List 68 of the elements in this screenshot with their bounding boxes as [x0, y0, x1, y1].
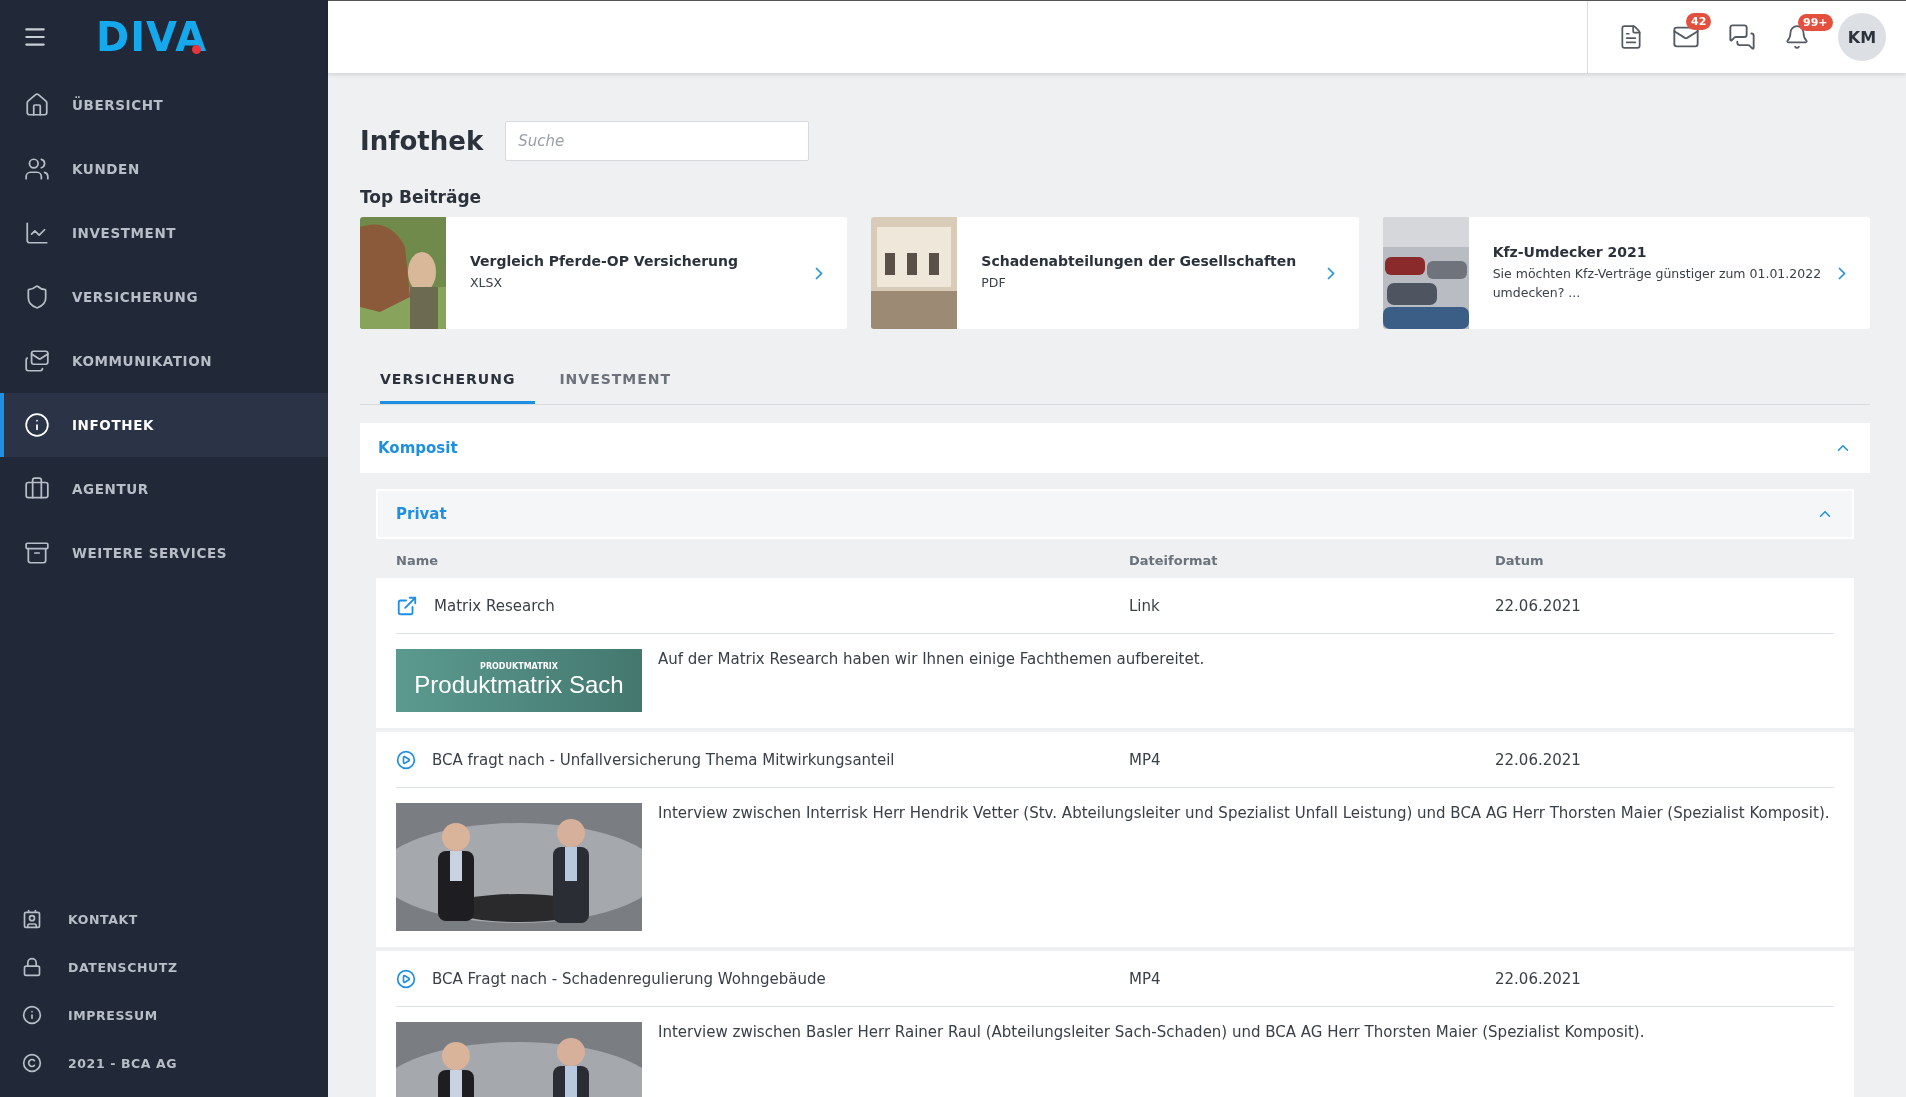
nav-item[interactable]: KUNDEN: [0, 137, 328, 201]
file-name[interactable]: BCA fragt nach - Unfallversicherung Thema Mitwirkungsanteil: [432, 750, 895, 769]
footer-link[interactable]: IMPRESSUM: [0, 991, 328, 1039]
play-icon[interactable]: [396, 968, 416, 989]
column-header: Name: [396, 553, 439, 568]
shield-icon: [24, 284, 50, 310]
archive-icon: [24, 540, 50, 566]
post-card[interactable]: Vergleich Pferde-OP Versicherung XLSX: [360, 217, 848, 329]
document-icon[interactable]: [1618, 24, 1644, 50]
info-icon: [24, 412, 50, 438]
column-header: Dateiformat: [1129, 553, 1219, 568]
lock-icon: [22, 957, 42, 977]
card-title: Kfz-Umdecker 2021: [1492, 243, 1648, 260]
nav-item[interactable]: AGENTUR: [0, 457, 328, 521]
info-icon: [22, 1005, 42, 1025]
contact-card-icon: [22, 909, 42, 929]
footer-link[interactable]: DATENSCHUTZ: [0, 943, 328, 991]
chevron-right-icon: [1326, 266, 1335, 280]
table-cell-text: MP4: [1129, 969, 1162, 988]
external-link-icon[interactable]: [396, 594, 418, 617]
card-subtitle: PDF: [981, 274, 1007, 293]
table-cell-text: 22.06.2021: [1495, 596, 1582, 615]
nav-item[interactable]: WEITERE SERVICES: [0, 521, 328, 585]
mail-stack-icon: [24, 348, 50, 374]
card-title: Schadenabteilungen der Gesellschaften: [981, 253, 1298, 270]
copyright-icon: [22, 1053, 42, 1073]
post-card[interactable]: Kfz-Umdecker 2021 Sie möchten Kfz-Verträge günstiger zum 01.01.2022 umdecken? ...: [1382, 217, 1870, 329]
bell-icon[interactable]: [1784, 24, 1810, 50]
banner-caption: PRODUKTMATRIX: [480, 662, 558, 671]
table-cell-text: 22.06.2021: [1495, 969, 1582, 988]
chat-icon[interactable]: [1728, 23, 1756, 51]
file-description: Auf der Matrix Research haben wir Ihnen einige Fachthemen aufbereitet.: [658, 649, 1205, 670]
nav-item[interactable]: INVESTMENT: [0, 201, 328, 265]
chevron-right-icon: [1838, 266, 1846, 280]
search-field[interactable]: Suche: [505, 121, 810, 161]
nav-item[interactable]: VERSICHERUNG: [0, 265, 328, 329]
page-title: Infothek: [360, 126, 484, 156]
briefcase-icon: [24, 476, 50, 502]
footer-link[interactable]: KONTAKT: [0, 895, 328, 943]
users-icon: [24, 156, 50, 182]
logo: DIVA: [96, 13, 208, 60]
nav-item[interactable]: ÜBERSICHT: [0, 73, 328, 137]
home-icon: [24, 92, 50, 118]
chevron-right-icon: [815, 266, 824, 280]
table-cell-text: Link: [1129, 596, 1161, 615]
file-description: Interview zwischen Basler Herr Rainer Raul (Abteilungsleiter Sach-Schaden) und BCA AG Herr Thorsten Maier (Spezialist Komposit).: [658, 1022, 1645, 1043]
post-card[interactable]: Schadenabteilungen der Gesellschaften PDF: [871, 217, 1359, 329]
section-heading: Top Beiträge: [360, 187, 483, 207]
table-cell-text: 22.06.2021: [1495, 750, 1582, 769]
card-title: Vergleich Pferde-OP Versicherung: [470, 253, 740, 270]
tab[interactable]: INVESTMENT: [559, 355, 692, 404]
card-subtitle: Sie möchten Kfz-Verträge günstiger zum 01.01.2022 umdecken? ...: [1492, 264, 1823, 302]
footer-link[interactable]: 2021 - BCA AG: [0, 1039, 328, 1087]
count-badge: 42: [1686, 13, 1712, 30]
count-badge: 99+: [1798, 14, 1833, 31]
nav-item[interactable]: KOMMUNIKATION: [0, 329, 328, 393]
user-avatar[interactable]: KM: [1838, 13, 1886, 61]
table-cell-text: MP4: [1129, 750, 1162, 769]
nav-item[interactable]: INFOTHEK: [0, 393, 328, 457]
play-icon[interactable]: [396, 749, 416, 770]
file-name[interactable]: Matrix Research: [434, 596, 555, 615]
column-header: Datum: [1495, 553, 1545, 568]
card-subtitle: XLSX: [470, 274, 504, 293]
chart-icon: [24, 220, 50, 246]
file-description: Interview zwischen Interrisk Herr Hendrik Vetter (Stv. Abteilungsleiter und Spezialist Unfall Leistung) und BCA AG Herr Thorsten Maier (Spezialist Komposit).: [658, 803, 1830, 824]
tab[interactable]: VERSICHERUNG: [380, 355, 536, 404]
file-name[interactable]: BCA Fragt nach - Schadenregulierung Wohngebäude: [432, 969, 826, 988]
banner-title: Produktmatrix Sach: [414, 671, 624, 699]
